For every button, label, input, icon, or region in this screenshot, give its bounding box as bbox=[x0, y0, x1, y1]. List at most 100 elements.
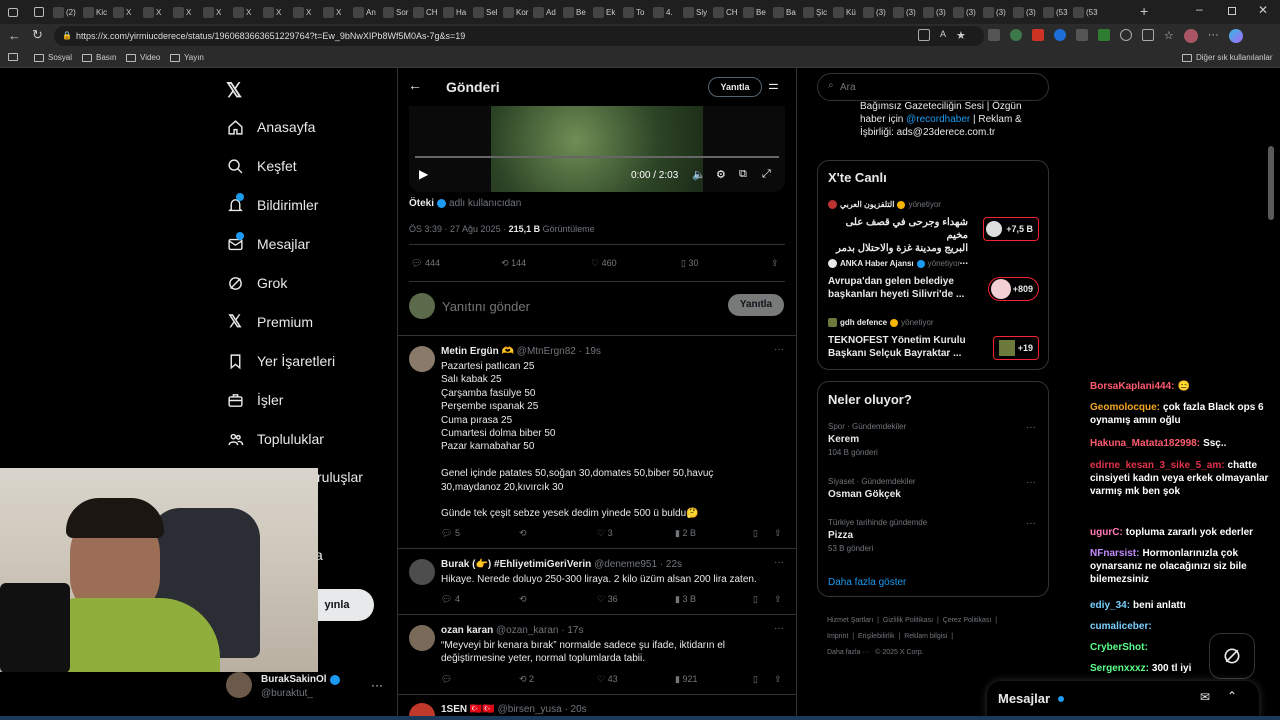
views-action[interactable]: ▮ 2 B bbox=[675, 528, 696, 539]
bookmark-action[interactable]: ▯ 30 bbox=[681, 258, 698, 269]
compose-message-icon[interactable]: ✉ bbox=[1200, 690, 1210, 704]
footer-link[interactable]: Erişilebilirlik bbox=[858, 633, 895, 640]
nav-bookmarks[interactable]: Yer İşaretleri bbox=[226, 347, 335, 375]
browser-tab[interactable]: (3) bbox=[923, 3, 952, 21]
comment-action[interactable]: 💬︎ 4 bbox=[441, 594, 460, 605]
trend-item[interactable]: Türkiye tarihinde gündemde Pizza 53 B gö… bbox=[828, 518, 1043, 558]
bookmark-icon[interactable]: ▯ bbox=[753, 528, 758, 539]
browser-tab[interactable]: X bbox=[293, 3, 322, 21]
live-item[interactable]: ANKA Haber Ajansı yönetiyor Avrupa'dan g… bbox=[828, 259, 1043, 311]
reply-author[interactable]: 1SEN 🇹🇷🇹🇷 bbox=[441, 704, 495, 715]
browser-tab[interactable]: Ha bbox=[443, 3, 472, 21]
browser-tab[interactable]: Sor bbox=[383, 3, 412, 21]
more-icon[interactable]: ··· bbox=[1026, 422, 1036, 433]
avatar[interactable] bbox=[409, 559, 435, 585]
extension-icon[interactable] bbox=[1075, 29, 1088, 41]
bookmark-folder-yayin[interactable]: Yayın bbox=[170, 53, 204, 62]
bookmark-icon[interactable]: ▯ bbox=[753, 674, 758, 685]
extension-icon[interactable] bbox=[1097, 29, 1110, 41]
extension-icon[interactable] bbox=[1031, 29, 1044, 41]
messages-drawer[interactable]: Mesajlar ✉ ⌃ bbox=[987, 681, 1259, 720]
extension-icon[interactable] bbox=[987, 29, 1000, 41]
account-switcher[interactable]: BurakSakinOl @buraktut_ ··· bbox=[226, 672, 391, 702]
extension-icon[interactable] bbox=[1119, 29, 1132, 41]
back-icon[interactable]: ← bbox=[8, 28, 21, 43]
browser-tab[interactable]: CH bbox=[413, 3, 442, 21]
browser-tab[interactable]: Şic bbox=[803, 3, 832, 21]
browser-tab[interactable]: (2) bbox=[53, 3, 82, 21]
reply-header-button[interactable]: Yanıtla bbox=[708, 77, 762, 97]
reply-input[interactable] bbox=[442, 296, 702, 316]
reply-submit-button[interactable]: Yanıtla bbox=[728, 294, 784, 316]
footer-link[interactable]: Gizlilik Politikası bbox=[883, 617, 933, 624]
minimize-button[interactable]: – bbox=[1196, 2, 1203, 16]
browser-tab[interactable]: An bbox=[353, 3, 382, 21]
browser-tab[interactable]: Ek bbox=[593, 3, 622, 21]
trend-item[interactable]: Spor · Gündemdekiler Kerem 104 B gönderi… bbox=[828, 422, 1043, 462]
browser-tab[interactable]: (3) bbox=[863, 3, 892, 21]
restore-button[interactable] bbox=[1228, 7, 1236, 15]
search-box[interactable]: ⌕ bbox=[817, 73, 1049, 101]
nav-premium[interactable]: 𝕏 Premium bbox=[226, 308, 313, 336]
reply-tweet[interactable]: Burak (👉) #EhliyetimiGeriVerin @deneme95… bbox=[398, 549, 796, 615]
bookmark-folder-sosyal[interactable]: Sosyal bbox=[34, 53, 72, 62]
reply-tweet[interactable]: ozan karan @ozan_karan · 17s ··· “Meyvey… bbox=[398, 615, 796, 695]
back-arrow-icon[interactable]: ← bbox=[408, 77, 422, 93]
browser-tab[interactable]: Ad bbox=[533, 3, 562, 21]
fullscreen-icon[interactable]: ⤢ bbox=[762, 168, 771, 181]
reply-author[interactable]: Burak (👉) #EhliyetimiGeriVerin bbox=[441, 559, 591, 570]
nav-jobs[interactable]: İşler bbox=[226, 386, 283, 414]
share-icon[interactable]: ⇪ bbox=[771, 258, 779, 269]
views-action[interactable]: ▮ 3 B bbox=[675, 594, 696, 605]
nav-explore[interactable]: Keşfet bbox=[226, 152, 297, 180]
reply-action[interactable]: 💬︎ 444 bbox=[411, 258, 440, 269]
reply-author[interactable]: ozan karan bbox=[441, 625, 493, 636]
page-scrollbar[interactable] bbox=[1268, 146, 1274, 220]
post-timestamp[interactable]: ÖS 3:39 · 27 Ağu 2025 · bbox=[409, 224, 506, 234]
tab-actions-icon[interactable] bbox=[26, 0, 52, 24]
nav-organizations[interactable]: ruluşlar bbox=[317, 463, 363, 491]
browser-tab[interactable]: Sel bbox=[473, 3, 502, 21]
show-more-link[interactable]: Daha fazla göster bbox=[828, 577, 906, 588]
chevron-up-icon[interactable]: ⌃ bbox=[1227, 689, 1237, 703]
avatar[interactable] bbox=[409, 625, 435, 651]
browser-tab[interactable]: (3) bbox=[983, 3, 1012, 21]
grok-floating-button[interactable] bbox=[1209, 633, 1255, 679]
browser-tab[interactable]: 4. bbox=[653, 3, 682, 21]
nav-communities[interactable]: Topluluklar bbox=[226, 425, 324, 453]
search-input[interactable] bbox=[840, 79, 1040, 95]
browser-tab[interactable]: Be bbox=[743, 3, 772, 21]
browser-tab[interactable]: (53 bbox=[1073, 3, 1102, 21]
read-aloud-icon[interactable]: A bbox=[940, 29, 946, 43]
browser-tab[interactable]: Kic bbox=[83, 3, 112, 21]
extension-icon[interactable] bbox=[1053, 29, 1066, 41]
url-field[interactable]: 🔒 https://x.com/yirmiucderece/status/196… bbox=[54, 26, 984, 46]
source-author[interactable]: Öteki bbox=[409, 198, 434, 209]
share-icon[interactable]: ⇪ bbox=[774, 528, 782, 539]
bookmark-icon[interactable]: ▯ bbox=[753, 594, 758, 605]
browser-tab[interactable]: Kor bbox=[503, 3, 532, 21]
live-item[interactable]: gdh defence yönetiyor TEKNOFEST Yönetim … bbox=[828, 318, 1043, 370]
favorite-star-icon[interactable]: ★ bbox=[956, 29, 966, 43]
repost-icon[interactable]: ⟲ bbox=[519, 528, 527, 539]
share-icon[interactable]: ⇪ bbox=[774, 594, 782, 605]
nav-grok[interactable]: Grok bbox=[226, 269, 287, 297]
browser-tab[interactable]: (3) bbox=[1013, 3, 1042, 21]
video-player[interactable]: ▶ 0:00 / 2:03 🔈 ⚙ ⧉ ⤢ bbox=[409, 106, 785, 192]
play-icon[interactable]: ▶ bbox=[419, 167, 428, 181]
footer-link[interactable]: Reklam bilgisi bbox=[904, 633, 947, 640]
extension-icon[interactable] bbox=[1009, 29, 1022, 41]
more-icon[interactable]: ··· bbox=[774, 623, 784, 634]
comment-action[interactable]: 💬︎ 5 bbox=[441, 528, 460, 539]
more-icon[interactable]: ··· bbox=[371, 678, 383, 692]
like-action[interactable]: ♡ 36 bbox=[597, 594, 618, 605]
trend-item[interactable]: Siyaset · Gündemdekiler Osman Gökçek ··· bbox=[828, 477, 1043, 507]
x-logo-icon[interactable]: 𝕏 bbox=[226, 78, 242, 103]
browser-tab[interactable]: (3) bbox=[893, 3, 922, 21]
browser-tab[interactable]: X bbox=[203, 3, 232, 21]
browser-tab[interactable]: Be bbox=[563, 3, 592, 21]
footer-link[interactable]: Çerez Politikası bbox=[943, 617, 992, 624]
like-action[interactable]: ♡ 43 bbox=[597, 674, 618, 685]
pip-icon[interactable]: ⧉ bbox=[739, 168, 747, 181]
browser-tab[interactable]: Kü bbox=[833, 3, 862, 21]
